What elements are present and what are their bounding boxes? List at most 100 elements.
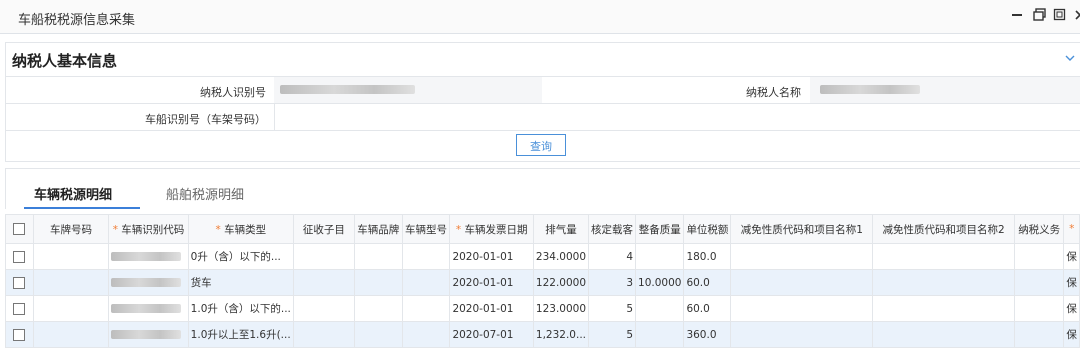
cell-seats: 3: [588, 269, 637, 296]
cell-sub: [292, 269, 355, 296]
cell-unit-tax: 180.0: [683, 243, 732, 270]
cell-duty: [1013, 269, 1065, 296]
minimize-icon[interactable]: [1010, 8, 1024, 22]
col-relief1: 减免性质代码和项目名称1: [730, 214, 874, 244]
col-required-marker: *: [1063, 214, 1080, 244]
cell-last: 保: [1063, 243, 1080, 270]
col-seats: 核定载客: [588, 214, 637, 244]
taxpayer-name-field: [810, 77, 1080, 103]
table-row[interactable]: 0升（含）以下的... 2020-01-01 234.0000 4 180.0 …: [5, 243, 1080, 270]
cell-type: 货车: [187, 269, 294, 296]
tab-vehicle-tax-source[interactable]: 车辆税源明细: [34, 184, 112, 203]
cell-unit-tax: 60.0: [683, 295, 732, 322]
vin-input[interactable]: [274, 104, 1080, 130]
chevron-down-icon[interactable]: [1065, 52, 1075, 62]
cell-brand: [353, 321, 403, 348]
cell-unit-tax: 60.0: [683, 269, 732, 296]
cell-curb: [635, 295, 685, 322]
cell-relief2: [872, 321, 1015, 348]
cell-sub: [292, 321, 355, 348]
cell-brand: [353, 243, 403, 270]
cell-vin: [108, 321, 189, 348]
cell-model: [401, 321, 451, 348]
row-checkbox[interactable]: [5, 321, 34, 348]
row-checkbox[interactable]: [5, 243, 34, 270]
table-row[interactable]: 1.0升（含）以下的... 2020-01-01 123.0000 5 60.0…: [5, 295, 1080, 322]
cell-plate: [32, 243, 110, 270]
taxpayer-id-field: [274, 77, 542, 103]
cell-duty: [1013, 295, 1065, 322]
col-plate: 车牌号码: [32, 214, 110, 244]
cell-duty: [1013, 243, 1065, 270]
restore-icon[interactable]: [1032, 8, 1046, 22]
cell-relief2: [872, 243, 1015, 270]
vehicle-tax-table: 车牌号码 * 车辆识别代码 * 车辆类型 征收子目 车辆品牌 车辆型号 * 车辆…: [5, 214, 1080, 348]
table-row[interactable]: 1.0升以上至1.6升(... 2020-07-01 1,232.0... 5 …: [5, 321, 1080, 348]
cell-displacement: 234.0000: [532, 243, 590, 270]
cell-displacement: 1,232.0...: [532, 321, 590, 348]
tab-vessel-tax-source[interactable]: 船舶税源明细: [166, 184, 244, 203]
col-unit-tax: 单位税额: [683, 214, 732, 244]
cell-vin: [108, 243, 189, 270]
col-curb: 整备质量: [635, 214, 685, 244]
window-titlebar: 车船税税源信息采集: [0, 0, 1080, 34]
tab-bar: 车辆税源明细 船舶税源明细: [5, 168, 1080, 209]
cell-relief1: [730, 269, 874, 296]
cell-displacement: 123.0000: [532, 295, 590, 322]
cell-vin: [108, 269, 189, 296]
cell-last: 保: [1063, 269, 1080, 296]
taxpayer-id-label: 纳税人识别号: [200, 86, 266, 99]
col-sub: 征收子目: [292, 214, 355, 244]
cell-displacement: 122.0000: [532, 269, 590, 296]
cell-date: 2020-01-01: [449, 269, 534, 296]
cell-sub: [292, 295, 355, 322]
cell-date: 2020-07-01: [449, 321, 534, 348]
cell-seats: 5: [588, 321, 637, 348]
active-tab-indicator: [24, 207, 140, 209]
section-header: 纳税人基本信息: [6, 43, 1080, 77]
cell-seats: 4: [588, 243, 637, 270]
section-title: 纳税人基本信息: [12, 52, 118, 70]
taxpayer-row-1: 纳税人识别号 纳税人名称: [6, 77, 1080, 104]
cell-relief1: [730, 243, 874, 270]
col-brand: 车辆品牌: [353, 214, 403, 244]
col-invoice-date: * 车辆发票日期: [449, 214, 534, 244]
col-relief2: 减免性质代码和项目名称2: [872, 214, 1015, 244]
taxpayer-row-2: 车船识别号（车架号码）: [6, 104, 1080, 131]
row-checkbox[interactable]: [5, 295, 34, 322]
cell-model: [401, 295, 451, 322]
cell-curb: 10.0000: [635, 269, 685, 296]
cell-type: 1.0升以上至1.6升(...: [187, 321, 294, 348]
cell-plate: [32, 321, 110, 348]
cell-last: 保: [1063, 295, 1080, 322]
table-header-row: 车牌号码 * 车辆识别代码 * 车辆类型 征收子目 车辆品牌 车辆型号 * 车辆…: [5, 214, 1080, 244]
cell-plate: [32, 269, 110, 296]
redacted-value: [820, 85, 920, 94]
cell-curb: [635, 243, 685, 270]
select-all-checkbox[interactable]: [5, 214, 34, 244]
cell-relief2: [872, 295, 1015, 322]
col-type: * 车辆类型: [187, 214, 294, 244]
cell-brand: [353, 269, 403, 296]
cell-type: 1.0升（含）以下的...: [187, 295, 294, 322]
cell-date: 2020-01-01: [449, 295, 534, 322]
close-icon[interactable]: [1072, 8, 1080, 22]
col-vin: * 车辆识别代码: [108, 214, 189, 244]
cell-relief2: [872, 269, 1015, 296]
row-checkbox[interactable]: [5, 269, 34, 296]
cell-date: 2020-01-01: [449, 243, 534, 270]
taxpayer-name-label: 纳税人名称: [746, 86, 801, 99]
maximize-icon[interactable]: [1052, 8, 1066, 22]
cell-unit-tax: 360.0: [683, 321, 732, 348]
cell-seats: 5: [588, 295, 637, 322]
cell-curb: [635, 321, 685, 348]
window-title: 车船税税源信息采集: [18, 13, 136, 28]
table-row[interactable]: 货车 2020-01-01 122.0000 3 10.0000 60.0 保: [5, 269, 1080, 296]
redacted-value: [280, 85, 415, 94]
query-button[interactable]: 查询: [516, 134, 566, 156]
cell-plate: [32, 295, 110, 322]
col-model: 车辆型号: [401, 214, 451, 244]
cell-sub: [292, 243, 355, 270]
cell-last: 保: [1063, 321, 1080, 348]
cell-type: 0升（含）以下的...: [187, 243, 294, 270]
